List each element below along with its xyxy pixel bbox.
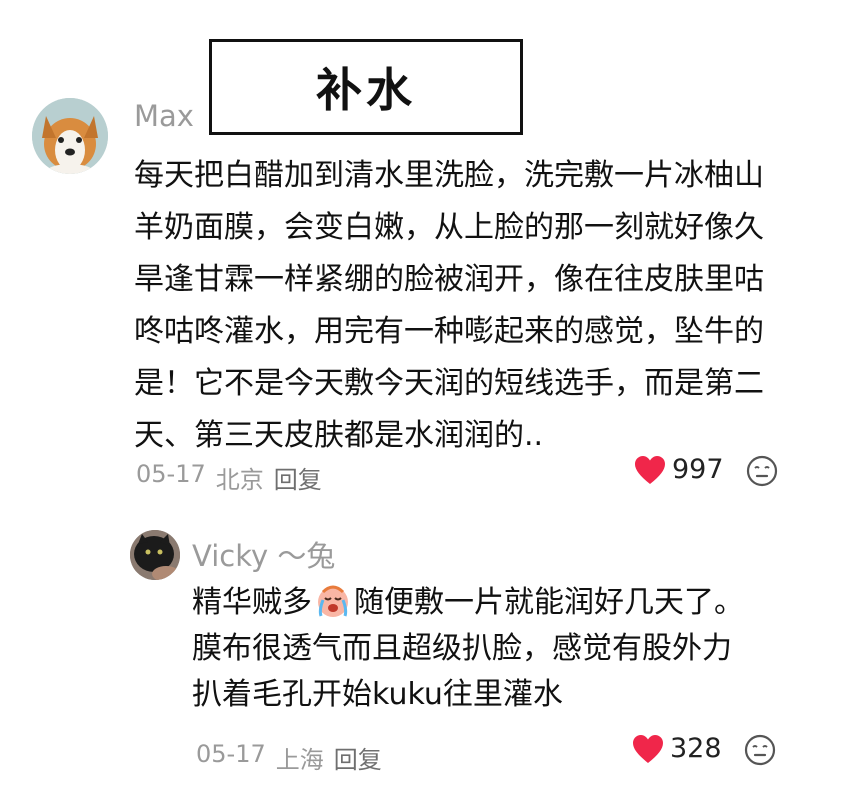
comment-meta: 05-17 北京 回复 [136, 460, 322, 495]
reply-like-count: 328 [670, 733, 722, 764]
reply-button[interactable]: 回复 [274, 460, 322, 495]
reply-line-start: 精华贼多 [192, 585, 312, 620]
heart-icon [635, 455, 665, 484]
reply-like-button[interactable]: 328 [632, 733, 722, 764]
reply-text: 精华贼多 随便敷一片就能润好几天了。 膜布很透气而且超级扒脸，感觉有股外力 扒着… [192, 580, 744, 718]
reply-line-end: 随便敷一片就能润好几天了。 [354, 585, 744, 620]
heart-icon [633, 734, 663, 763]
crying-face-emoji-icon [313, 580, 353, 620]
comment-line: 羊奶面膜，会变白嫩，从上脸的那一刻就好像久 [134, 210, 764, 245]
reply-line: 精华贼多 随便敷一片就能润好几天了。 [192, 580, 744, 626]
comment-line: 咚咕咚灌水，用完有一种嘭起来的感觉，坠牛的 [134, 314, 764, 349]
neutral-face-icon [744, 734, 776, 766]
reply-reaction-button[interactable] [744, 734, 776, 770]
reply-avatar[interactable] [130, 530, 180, 580]
comment-line: 旱逢甘霖一样紧绷的脸被润开，像在往皮肤里咕 [134, 262, 764, 297]
reply-reply-button[interactable]: 回复 [334, 740, 382, 775]
reply-line: 膜布很透气而且超级扒脸，感觉有股外力 [192, 631, 732, 666]
reply-line: 扒着毛孔开始kuku往里灌水 [192, 677, 563, 712]
title-box-text: 补水 [316, 63, 416, 117]
cat-avatar-image [130, 530, 180, 580]
like-count: 997 [672, 454, 724, 485]
like-button[interactable]: 997 [634, 454, 724, 485]
reply-location: 上海 [275, 746, 324, 774]
reply-date: 05-17 [196, 740, 266, 768]
avatar[interactable] [32, 98, 108, 174]
reply-username[interactable]: Vicky ～兔 [192, 533, 335, 575]
comment-line: 每天把白醋加到清水里洗脸，洗完敷一片冰柚山 [134, 158, 764, 193]
comment-line: 是！它不是今天敷今天润的短线选手，而是第二 [134, 366, 764, 401]
comment-text: 每天把白醋加到清水里洗脸，洗完敷一片冰柚山 羊奶面膜，会变白嫩，从上脸的那一刻就… [134, 150, 764, 462]
username[interactable]: Max [134, 99, 194, 133]
comment-date: 05-17 [136, 460, 206, 488]
reply-meta: 05-17 上海 回复 [196, 740, 382, 775]
comment-location: 北京 [215, 466, 264, 494]
neutral-face-icon [746, 455, 778, 487]
reaction-button[interactable] [746, 455, 778, 491]
title-box: 补水 [209, 39, 523, 135]
corgi-avatar-image [32, 98, 108, 174]
